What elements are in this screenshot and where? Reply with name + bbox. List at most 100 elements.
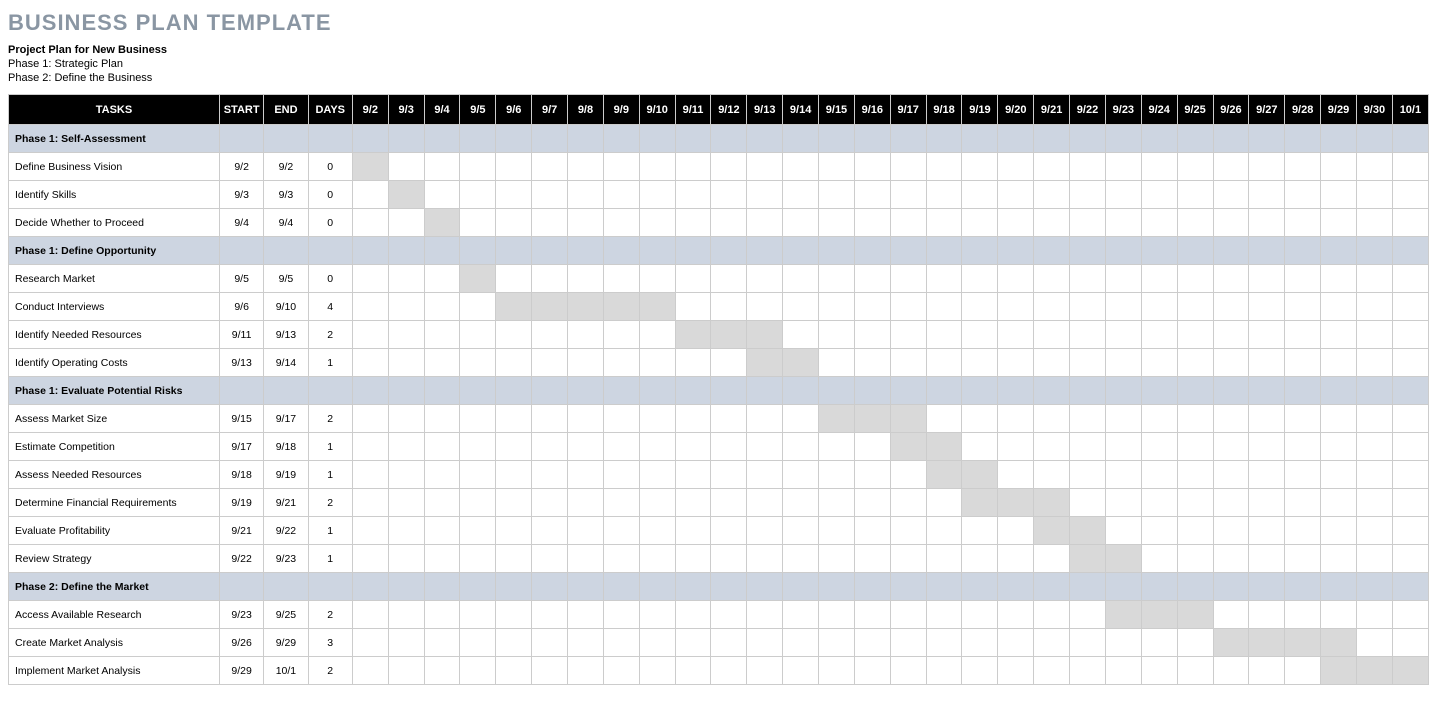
gantt-cell — [1070, 181, 1106, 209]
phase-date-cell — [819, 377, 855, 405]
gantt-cell — [1177, 629, 1213, 657]
phase-line-2: Phase 2: Define the Business — [8, 72, 1429, 84]
gantt-cell — [1105, 321, 1141, 349]
gantt-cell — [1034, 545, 1070, 573]
gantt-cell — [352, 517, 388, 545]
gantt-bar-cell — [926, 461, 962, 489]
phase-date-cell — [747, 377, 783, 405]
gantt-cell — [783, 545, 819, 573]
gantt-cell — [1177, 321, 1213, 349]
gantt-cell — [1356, 405, 1392, 433]
gantt-cell — [388, 433, 424, 461]
phase-date-cell — [962, 377, 998, 405]
gantt-cell — [819, 629, 855, 657]
gantt-cell — [783, 153, 819, 181]
gantt-cell — [1070, 321, 1106, 349]
gantt-cell — [1213, 321, 1249, 349]
phase-date-cell — [783, 237, 819, 265]
gantt-cell — [675, 545, 711, 573]
col-date: 9/25 — [1177, 95, 1213, 125]
gantt-cell — [460, 293, 496, 321]
gantt-cell — [388, 265, 424, 293]
cell-days: 2 — [308, 657, 352, 685]
gantt-cell — [424, 433, 460, 461]
gantt-cell — [819, 293, 855, 321]
gantt-cell — [424, 293, 460, 321]
gantt-cell — [819, 349, 855, 377]
gantt-cell — [1070, 349, 1106, 377]
gantt-cell — [424, 517, 460, 545]
gantt-cell — [639, 405, 675, 433]
gantt-cell — [962, 657, 998, 685]
task-label: Decide Whether to Proceed — [9, 209, 220, 237]
phase-date-cell — [783, 573, 819, 601]
gantt-cell — [568, 181, 604, 209]
gantt-cell — [926, 517, 962, 545]
gantt-cell — [603, 657, 639, 685]
cell-start: 9/17 — [219, 433, 263, 461]
gantt-cell — [352, 461, 388, 489]
gantt-cell — [1177, 405, 1213, 433]
gantt-cell — [998, 209, 1034, 237]
gantt-cell — [1105, 461, 1141, 489]
gantt-bar-cell — [1034, 517, 1070, 545]
gantt-cell — [1070, 209, 1106, 237]
gantt-bar-cell — [1356, 657, 1392, 685]
cell-end: 9/29 — [264, 629, 308, 657]
gantt-bar-cell — [568, 293, 604, 321]
gantt-cell — [711, 349, 747, 377]
gantt-cell — [352, 321, 388, 349]
gantt-cell — [1285, 545, 1321, 573]
gantt-cell — [352, 601, 388, 629]
gantt-cell — [1249, 405, 1285, 433]
gantt-cell — [568, 517, 604, 545]
phase-date-cell — [1249, 125, 1285, 153]
gantt-cell — [496, 321, 532, 349]
gantt-cell — [603, 349, 639, 377]
task-label: Assess Market Size — [9, 405, 220, 433]
gantt-bar-cell — [747, 321, 783, 349]
gantt-cell — [603, 489, 639, 517]
gantt-cell — [639, 265, 675, 293]
gantt-cell — [1141, 321, 1177, 349]
gantt-cell — [1105, 349, 1141, 377]
gantt-cell — [854, 209, 890, 237]
gantt-cell — [1249, 181, 1285, 209]
gantt-cell — [1356, 349, 1392, 377]
task-row: Estimate Competition9/179/181 — [9, 433, 1429, 461]
gantt-cell — [890, 489, 926, 517]
task-label: Implement Market Analysis — [9, 657, 220, 685]
gantt-cell — [1177, 293, 1213, 321]
gantt-cell — [962, 209, 998, 237]
gantt-cell — [1177, 209, 1213, 237]
gantt-cell — [532, 349, 568, 377]
gantt-cell — [926, 293, 962, 321]
gantt-cell — [675, 405, 711, 433]
phase-date-cell — [603, 377, 639, 405]
phase-label: Phase 1: Self-Assessment — [9, 125, 220, 153]
phase-date-cell — [1213, 237, 1249, 265]
gantt-bar-cell — [1141, 601, 1177, 629]
gantt-cell — [1249, 321, 1285, 349]
gantt-bar-cell — [603, 293, 639, 321]
gantt-cell — [424, 265, 460, 293]
gantt-cell — [1213, 405, 1249, 433]
gantt-cell — [532, 601, 568, 629]
gantt-bar-cell — [1285, 629, 1321, 657]
phase-date-cell — [1392, 377, 1428, 405]
phase-date-cell — [890, 377, 926, 405]
gantt-cell — [568, 461, 604, 489]
gantt-cell — [854, 517, 890, 545]
gantt-cell — [890, 629, 926, 657]
gantt-cell — [819, 181, 855, 209]
gantt-cell — [1105, 489, 1141, 517]
gantt-cell — [854, 489, 890, 517]
gantt-cell — [1213, 545, 1249, 573]
gantt-cell — [603, 629, 639, 657]
col-date: 9/29 — [1321, 95, 1357, 125]
gantt-cell — [1356, 545, 1392, 573]
col-date: 9/16 — [854, 95, 890, 125]
gantt-cell — [424, 153, 460, 181]
phase-date-cell — [1213, 573, 1249, 601]
cell-end: 9/14 — [264, 349, 308, 377]
